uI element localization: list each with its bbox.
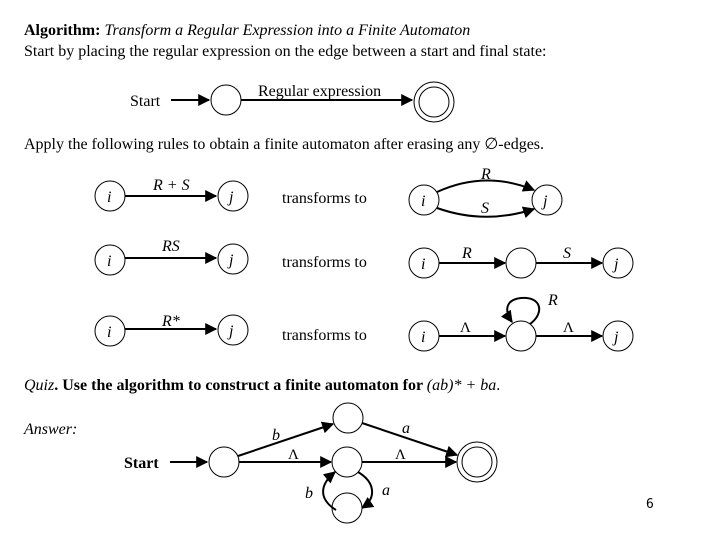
state-middle: [505, 320, 537, 352]
answer-top-state: [332, 402, 364, 434]
state-i-label: i: [421, 329, 425, 346]
edge-first-label: R: [461, 245, 472, 262]
edge-bottom-label: S: [481, 200, 489, 217]
answer-mid-state: [331, 446, 363, 478]
state-j-label: j: [612, 256, 619, 273]
rule2-left: i RS j: [94, 238, 249, 276]
state-middle: [505, 247, 537, 279]
edge-top-label: R: [480, 166, 491, 183]
regex-edge-label: Regular expression: [258, 83, 381, 100]
edge-label: RS: [161, 238, 180, 255]
state-i-label: i: [107, 189, 111, 206]
edge-out-label: Λ: [563, 320, 574, 336]
state-i-label: i: [107, 324, 111, 341]
edge-bottom-to-mid-label: b: [305, 485, 313, 502]
edge-label: R + S: [152, 177, 190, 194]
answer-start-label: Start: [124, 455, 159, 472]
state-j-label: j: [227, 323, 234, 340]
state-i-label: i: [421, 193, 425, 210]
state-i-label: i: [107, 253, 111, 270]
edge-in-label: Λ: [460, 320, 471, 336]
self-loop: [500, 296, 541, 325]
rule3-right: i Λ R Λ j: [408, 292, 634, 352]
edge-start-to-top: [237, 421, 335, 457]
answer-start-state: [208, 446, 240, 478]
state-j-label: j: [227, 252, 234, 269]
start-state: [210, 84, 242, 116]
answer-diagram: Start b a Λ Λ a b: [124, 402, 498, 524]
state-j-label: j: [541, 193, 548, 210]
answer-bottom-state: [331, 492, 363, 524]
state-i-label: i: [421, 256, 425, 273]
edge-label: R*: [161, 313, 180, 330]
rule2-right: i R S j: [408, 245, 634, 279]
edge-top-to-final-label: a: [402, 420, 410, 437]
state-j-label: j: [612, 329, 619, 346]
initial-start-label: Start: [130, 93, 161, 110]
initial-diagram: Start Regular expression: [130, 81, 455, 123]
loop-label: R: [547, 292, 558, 309]
edge-start-to-mid-label: Λ: [288, 447, 299, 463]
edge-start-to-top-label: b: [272, 427, 280, 444]
state-j-label: j: [227, 189, 234, 206]
answer-final-state-outer: [456, 441, 498, 483]
edge-mid-to-final-label: Λ: [395, 447, 406, 463]
edge-mid-to-bottom-label: a: [382, 482, 390, 499]
automaton-diagrams: Start Regular expression i R + S j i R S…: [94, 81, 634, 524]
rule1-right: i R S j: [408, 166, 563, 219]
final-state-outer: [413, 81, 455, 123]
rule3-left: i R* j: [94, 313, 249, 347]
edge-second-label: S: [563, 245, 571, 262]
rule1-left: i R + S j: [94, 177, 249, 212]
